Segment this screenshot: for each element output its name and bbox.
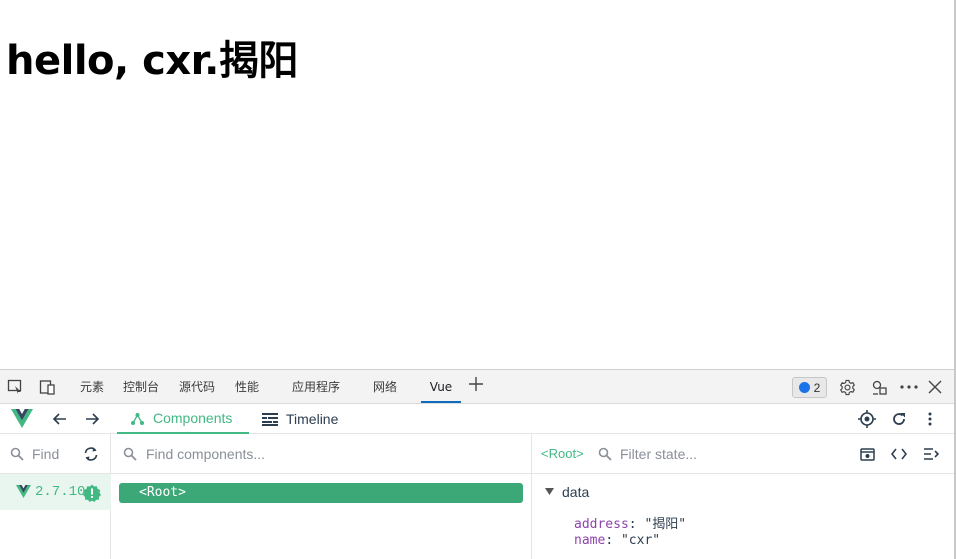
scroll-to-component-icon[interactable]: [860, 447, 875, 462]
devtools-tabbar: 元素 控制台 源代码 性能 应用程序 网络 Vue 2: [0, 370, 954, 404]
components-icon: [130, 411, 145, 426]
code-icon[interactable]: [891, 447, 907, 461]
vue-logo-icon: [16, 485, 31, 498]
collapse-icon[interactable]: [923, 447, 939, 461]
refresh-icon[interactable]: [891, 411, 907, 427]
tab-performance[interactable]: 性能: [235, 370, 259, 403]
prop-key: address: [574, 517, 629, 532]
tab-sources[interactable]: 源代码: [179, 370, 215, 403]
search-icon: [598, 447, 612, 461]
forward-arrow-icon[interactable]: [84, 411, 100, 427]
selected-component-tag: <Root>: [541, 446, 584, 461]
settings-icon[interactable]: [838, 378, 856, 396]
state-prop-name[interactable]: name: "cxr": [574, 533, 660, 548]
prop-separator: :: [605, 533, 621, 548]
vue-logo-icon: [11, 409, 33, 428]
vue-toolbar: Components Timeline: [0, 404, 954, 434]
issues-icon: [798, 382, 810, 393]
close-icon[interactable]: [926, 378, 944, 396]
vue-version: 2.7.10: [35, 484, 86, 500]
data-section-label[interactable]: data: [562, 484, 589, 500]
tree-node-label: <Root>: [139, 485, 186, 500]
device-emulation-icon[interactable]: [38, 378, 56, 396]
prop-separator: :: [628, 517, 645, 532]
tree-node-root[interactable]: <Root>: [119, 483, 523, 503]
apps-find-input[interactable]: Find: [32, 446, 59, 462]
tab-console[interactable]: 控制台: [123, 370, 159, 403]
component-search-input[interactable]: Find components...: [146, 446, 265, 462]
apps-find-bar: Find: [0, 434, 110, 474]
sync-icon[interactable]: [83, 446, 99, 462]
tab-timeline-label: Timeline: [286, 411, 339, 427]
devtools-panel: 元素 控制台 源代码 性能 应用程序 网络 Vue 2 Components T…: [0, 369, 954, 559]
page-heading: hello, cxr.揭阳: [6, 38, 298, 84]
tab-elements[interactable]: 元素: [80, 370, 104, 403]
more-icon[interactable]: [900, 378, 918, 396]
inspect-element-icon[interactable]: [6, 378, 24, 396]
inspector-header: <Root> Filter state...: [532, 434, 954, 474]
app-item[interactable]: 2.7.10: [0, 474, 111, 510]
apps-pane: Find 2.7.10: [0, 434, 111, 559]
component-search-bar: Find components...: [111, 434, 531, 474]
timeline-icon: [262, 412, 278, 426]
search-icon: [10, 447, 24, 461]
issues-count: 2: [813, 380, 821, 395]
tab-components[interactable]: Components: [117, 404, 249, 434]
target-select-icon[interactable]: [858, 410, 876, 428]
warning-icon[interactable]: [83, 484, 101, 502]
prop-key: name: [574, 533, 606, 548]
search-icon: [123, 447, 137, 461]
tab-application[interactable]: 应用程序: [292, 370, 340, 403]
back-arrow-icon[interactable]: [52, 411, 68, 427]
customize-icon[interactable]: [870, 378, 888, 396]
tab-vue[interactable]: Vue: [421, 370, 461, 403]
issues-button[interactable]: 2: [792, 377, 827, 398]
tab-network[interactable]: 网络: [373, 370, 397, 403]
state-inspector-pane: <Root> Filter state... data address: "揭阳…: [532, 434, 954, 559]
state-prop-address[interactable]: address: "揭阳": [574, 513, 686, 532]
caret-down-icon[interactable]: [545, 488, 554, 495]
vertical-more-icon[interactable]: [928, 412, 932, 426]
prop-value: "揭阳": [644, 517, 687, 532]
filter-state-input[interactable]: Filter state...: [620, 446, 697, 462]
tab-timeline[interactable]: Timeline: [262, 404, 338, 434]
page-viewport: hello, cxr.揭阳: [0, 0, 954, 369]
plus-icon[interactable]: [468, 376, 484, 392]
prop-value: "cxr": [620, 533, 661, 548]
component-tree-pane: Find components... <Root>: [111, 434, 532, 559]
tab-components-label: Components: [153, 410, 233, 426]
